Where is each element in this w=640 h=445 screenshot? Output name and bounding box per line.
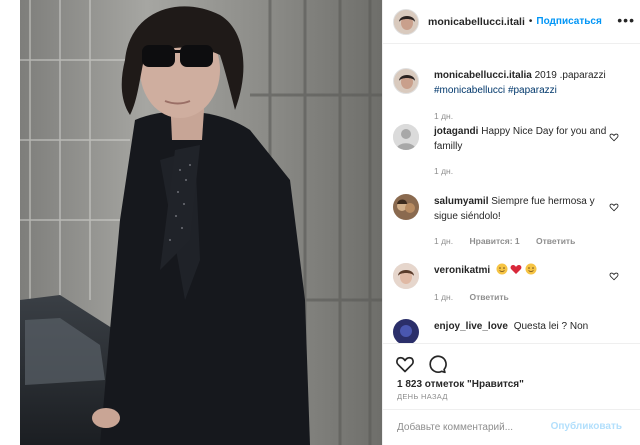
commenter-avatar-image	[393, 194, 419, 220]
comment-meta: 1 дн.	[434, 166, 467, 176]
comment-username[interactable]: veronikatmi	[434, 265, 490, 276]
heart-icon[interactable]	[395, 354, 415, 374]
author-username[interactable]: monicabellucci.itali	[428, 16, 525, 28]
caption-meta: 1 дн.	[434, 111, 467, 121]
comment-text-block: jotagandi Happy Nice Day for you and fam…	[434, 124, 610, 154]
caption-time[interactable]: 1 дн.	[434, 111, 453, 121]
commenter-avatar[interactable]	[393, 194, 419, 220]
post-header: monicabellucci.itali • Подписаться •••	[383, 0, 640, 44]
instagram-post-page: monicabellucci.itali • Подписаться ••• m…	[0, 0, 640, 445]
comment-meta: 1 дн. Ответить	[434, 292, 523, 302]
like-comment-heart-icon[interactable]	[609, 132, 619, 142]
commenter-avatar-image	[393, 319, 419, 343]
caption-text-block: monicabellucci.italia 2019 .paparazzi #m…	[434, 68, 610, 98]
post-photo[interactable]	[20, 0, 382, 445]
comment-icon[interactable]	[427, 354, 447, 374]
like-comment-heart-icon[interactable]	[609, 271, 619, 281]
default-avatar-image	[393, 124, 419, 150]
comment-text: Questa lei ? Non	[513, 321, 589, 332]
reply-button[interactable]: Ответить	[536, 236, 575, 246]
post-side-panel: monicabellucci.itali • Подписаться ••• m…	[382, 0, 640, 445]
comment-meta: 1 дн. Нравится: 1 Ответить	[434, 236, 589, 246]
comment-text-block: enjoy_live_love Questa lei ? Non	[434, 319, 610, 334]
comment-time[interactable]: 1 дн.	[434, 166, 453, 176]
commenter-avatar[interactable]	[393, 124, 419, 150]
caption-username[interactable]: monicabellucci.italia	[434, 70, 532, 81]
commenter-avatar[interactable]	[393, 319, 419, 343]
comment-input[interactable]	[397, 422, 572, 433]
photo-illustration	[20, 0, 382, 445]
caption-avatar[interactable]	[393, 68, 419, 94]
likes-count[interactable]: 1 823 отметок "Нравится"	[397, 379, 524, 390]
left-gutter	[0, 0, 20, 445]
post-time-ago[interactable]: ДЕНЬ НАЗАД	[397, 392, 448, 401]
blushing-face-icon	[496, 263, 508, 275]
author-avatar-image	[394, 9, 418, 34]
smiling-face-icon	[525, 263, 537, 275]
caption-text: 2019 .paparazzi	[534, 70, 606, 81]
comment-username[interactable]: jotagandi	[434, 126, 478, 137]
reply-button[interactable]: Ответить	[469, 292, 508, 302]
commenter-avatar[interactable]	[393, 263, 419, 289]
caption-hashtag[interactable]: #monicabellucci	[434, 85, 505, 96]
comment-likes-count[interactable]: Нравится: 1	[469, 236, 519, 246]
comment-text-block: salumyamil Siempre fue hermosa y sigue s…	[434, 194, 610, 224]
comment-time[interactable]: 1 дн.	[434, 292, 453, 302]
publish-button[interactable]: Опубликовать	[551, 421, 622, 432]
hearts-icon	[510, 264, 522, 274]
comment-emoji-row	[496, 263, 537, 275]
author-avatar[interactable]	[393, 8, 419, 35]
comment-username[interactable]: salumyamil	[434, 196, 488, 207]
more-horizontal-icon[interactable]: •••	[617, 13, 635, 27]
header-separator: •	[528, 16, 533, 27]
caption-avatar-image	[394, 69, 418, 93]
caption-hashtag[interactable]: #paparazzi	[508, 85, 557, 96]
comment-text-block: veronikatmi	[434, 263, 610, 278]
comment-username[interactable]: enjoy_live_love	[434, 321, 508, 332]
comments-list[interactable]: monicabellucci.italia 2019 .paparazzi #m…	[383, 45, 640, 343]
follow-button[interactable]: Подписаться	[536, 16, 601, 27]
post-actions-bar	[383, 343, 640, 383]
like-comment-heart-icon[interactable]	[609, 202, 619, 212]
comment-time[interactable]: 1 дн.	[434, 236, 453, 246]
commenter-avatar-image	[393, 263, 419, 289]
